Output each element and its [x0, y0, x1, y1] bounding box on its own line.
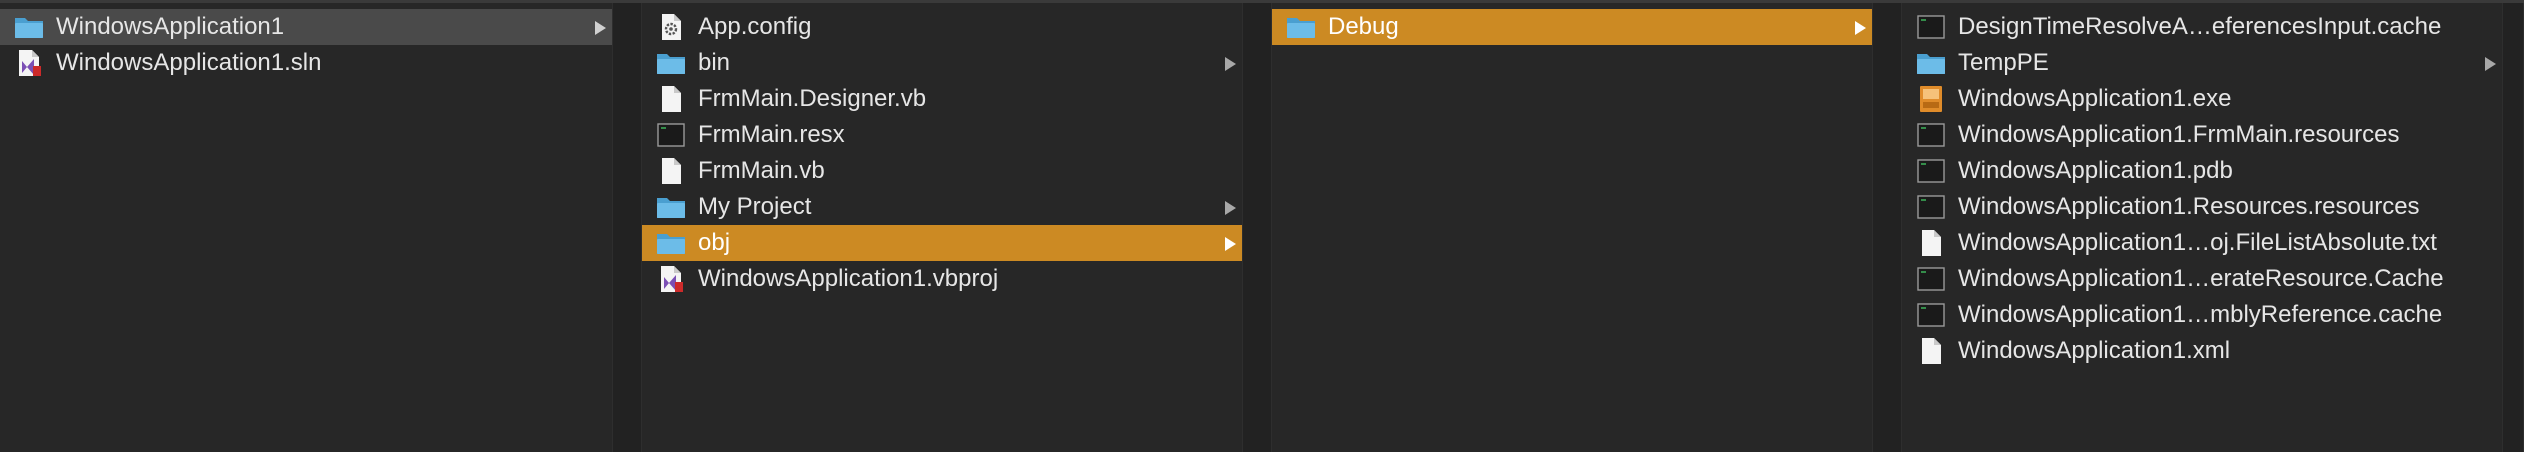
file-item-windowsapplication1-sln[interactable]: WindowsApplication1.sln — [0, 45, 612, 81]
terminal-file-icon — [1916, 156, 1946, 186]
folder-icon — [1916, 48, 1946, 78]
browser-column-3[interactable]: Debug — [1272, 3, 1872, 452]
file-item-bin[interactable]: bin — [642, 45, 1242, 81]
file-item-windowsapplication1-frmmain-resources[interactable]: WindowsApplication1.FrmMain.resources — [1902, 117, 2502, 153]
folder-icon — [1286, 12, 1316, 42]
file-item-windowsapplication1-mblyreference-cache[interactable]: WindowsApplication1…mblyReference.cache — [1902, 297, 2502, 333]
file-item-windowsapplication1[interactable]: WindowsApplication1 — [0, 9, 612, 45]
file-item-label: WindowsApplication1…erateResource.Cache — [1958, 265, 2444, 292]
file-item-label: WindowsApplication1.vbproj — [698, 265, 999, 292]
file-item-label: WindowsApplication1.sln — [56, 49, 322, 76]
file-item-windowsapplication1-erateresource-cache[interactable]: WindowsApplication1…erateResource.Cache — [1902, 261, 2502, 297]
file-item-debug[interactable]: Debug — [1272, 9, 1872, 45]
column-resize-handle-3[interactable] — [1872, 3, 1902, 452]
file-item-obj[interactable]: obj — [642, 225, 1242, 261]
terminal-file-icon — [1916, 12, 1946, 42]
file-item-frmmain-vb[interactable]: FrmMain.vb — [642, 153, 1242, 189]
file-item-windowsapplication1-exe[interactable]: WindowsApplication1.exe — [1902, 81, 2502, 117]
folder-icon — [14, 12, 44, 42]
browser-column-2[interactable]: App.config bin FrmMain.Designer.vb FrmMain.… — [642, 3, 1242, 452]
file-item-label: WindowsApplication1…oj.FileListAbsolute.… — [1958, 229, 2437, 256]
terminal-file-icon — [656, 120, 686, 150]
file-item-windowsapplication1-xml[interactable]: WindowsApplication1.xml — [1902, 333, 2502, 369]
folder-icon — [656, 228, 686, 258]
file-item-label: My Project — [698, 193, 812, 220]
visual-studio-project-icon — [656, 264, 686, 294]
file-item-label: FrmMain.vb — [698, 157, 825, 184]
file-item-label: WindowsApplication1.FrmMain.resources — [1958, 121, 2400, 148]
file-item-my-project[interactable]: My Project — [642, 189, 1242, 225]
file-item-label: TempPE — [1958, 49, 2049, 76]
file-item-label: FrmMain.resx — [698, 121, 845, 148]
document-icon — [1916, 336, 1946, 366]
terminal-file-icon — [1916, 120, 1946, 150]
visual-studio-solution-icon — [14, 48, 44, 78]
file-item-label: WindowsApplication1…mblyReference.cache — [1958, 301, 2443, 328]
file-item-label: obj — [698, 229, 731, 256]
file-item-windowsapplication1-pdb[interactable]: WindowsApplication1.pdb — [1902, 153, 2502, 189]
document-icon — [656, 156, 686, 186]
file-item-label: DesignTimeResolveA…eferencesInput.cache — [1958, 13, 2442, 40]
browser-column-1[interactable]: WindowsApplication1 WindowsApplication1.s… — [0, 3, 612, 452]
folder-icon — [656, 48, 686, 78]
file-item-windowsapplication1-oj-filelistabsolute-txt[interactable]: WindowsApplication1…oj.FileListAbsolute.… — [1902, 225, 2502, 261]
file-item-label: App.config — [698, 13, 812, 40]
file-item-label: WindowsApplication1.Resources.resources — [1958, 193, 2420, 220]
browser-column-4[interactable]: DesignTimeResolveA…eferencesInput.cache T… — [1902, 3, 2502, 452]
terminal-file-icon — [1916, 264, 1946, 294]
executable-icon — [1916, 84, 1946, 114]
file-item-label: WindowsApplication1.xml — [1958, 337, 2231, 364]
disclosure-arrow-icon — [1225, 237, 1236, 251]
file-item-label: WindowsApplication1.exe — [1958, 85, 2232, 112]
column-resize-handle-1[interactable] — [612, 3, 642, 452]
file-item-frmmain-resx[interactable]: FrmMain.resx — [642, 117, 1242, 153]
file-item-app-config[interactable]: App.config — [642, 9, 1242, 45]
file-item-windowsapplication1-resources-resources[interactable]: WindowsApplication1.Resources.resources — [1902, 189, 2502, 225]
disclosure-arrow-icon — [2485, 57, 2496, 71]
file-item-designtimeresolvea-eferencesinput-cache[interactable]: DesignTimeResolveA…eferencesInput.cache — [1902, 9, 2502, 45]
file-item-label: WindowsApplication1 — [56, 13, 285, 40]
file-item-frmmain-designer-vb[interactable]: FrmMain.Designer.vb — [642, 81, 1242, 117]
file-item-label: WindowsApplication1.pdb — [1958, 157, 2233, 184]
disclosure-arrow-icon — [1855, 21, 1866, 35]
disclosure-arrow-icon — [1225, 57, 1236, 71]
terminal-file-icon — [1916, 192, 1946, 222]
file-item-label: Debug — [1328, 13, 1399, 40]
file-item-label: FrmMain.Designer.vb — [698, 85, 927, 112]
file-item-label: bin — [698, 49, 731, 76]
document-icon — [656, 84, 686, 114]
folder-icon — [656, 192, 686, 222]
file-item-temppe[interactable]: TempPE — [1902, 45, 2502, 81]
terminal-file-icon — [1916, 300, 1946, 330]
disclosure-arrow-icon — [595, 21, 606, 35]
document-icon — [1916, 228, 1946, 258]
config-file-icon — [656, 12, 686, 42]
column-resize-handle-2[interactable] — [1242, 3, 1272, 452]
file-item-windowsapplication1-vbproj[interactable]: WindowsApplication1.vbproj — [642, 261, 1242, 297]
disclosure-arrow-icon — [1225, 201, 1236, 215]
column-resize-handle-4[interactable] — [2502, 3, 2524, 452]
